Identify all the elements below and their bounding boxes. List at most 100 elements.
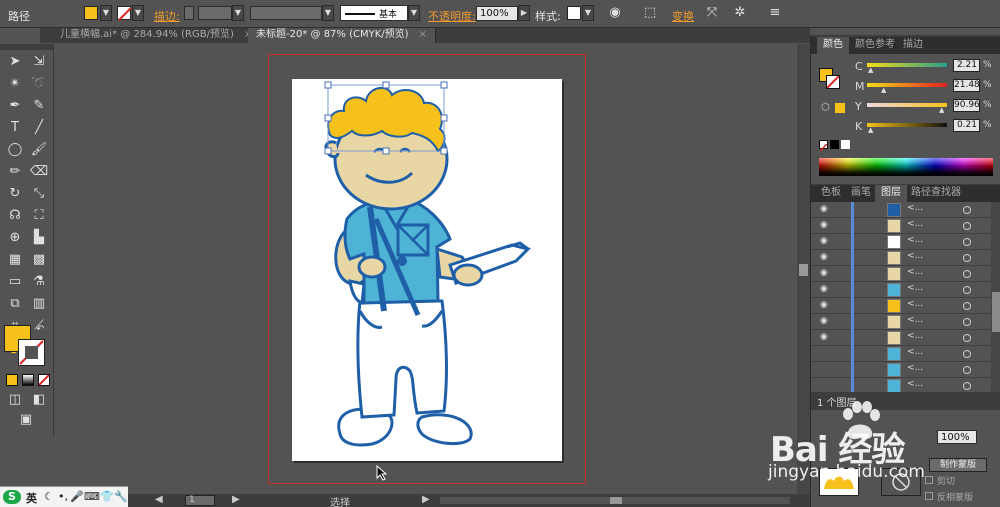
comma-icon[interactable]: •, [58,490,68,503]
color-stroke-box[interactable] [826,75,840,89]
yellow-slider[interactable] [867,103,947,107]
black-slider-handle[interactable]: ▲ [868,126,873,134]
horizontal-scrollbar-thumb[interactable] [610,497,622,504]
profile-dropdown[interactable]: ▼ [322,5,334,21]
layer-row[interactable]: ◉ <... [811,314,991,330]
black-slider[interactable] [867,123,947,127]
swap-colors-icon[interactable]: ↶ [36,324,44,335]
opacity-field[interactable]: 100% [476,6,518,21]
target-circle-icon[interactable] [963,350,971,358]
stroke-weight-field[interactable] [198,6,232,20]
target-circle-icon[interactable] [963,238,971,246]
close-icon[interactable]: × [419,29,427,40]
layer-row[interactable]: ◉ <... [811,218,991,234]
scale-tool-icon[interactable]: ⤡ [29,184,49,204]
scrollbar-thumb[interactable] [799,264,808,276]
stroke-weight-stepper[interactable] [184,6,194,20]
layer-row[interactable]: ◉ <... [811,330,991,346]
free-transform-tool-icon[interactable]: ⛶ [29,206,49,226]
layer-row[interactable]: <... [811,346,991,362]
target-circle-icon[interactable] [963,382,971,390]
vertical-scrollbar[interactable] [797,44,810,494]
perspective-grid-tool-icon[interactable]: ▦ [5,250,25,270]
column-graph-tool-icon[interactable]: ▥ [29,294,49,314]
visibility-eye-icon[interactable]: ◉ [820,252,832,263]
opacity-dropdown[interactable]: ▶ [518,5,530,21]
drawing-mode-icon[interactable]: ◫ [5,390,25,410]
pencil-tool-icon[interactable]: ✏ [5,162,25,182]
layer-name[interactable]: <... [907,331,923,341]
isolate-object-icon[interactable]: ⤧ [702,3,722,23]
tab-kids-banner[interactable]: 儿童横幅.ai* @ 284.94% (RGB/预览)× [52,28,262,43]
cyan-slider-handle[interactable]: ▲ [868,66,873,74]
live-paint-tool-icon[interactable]: ▙ [29,228,49,248]
mesh-tool-icon[interactable]: ▩ [29,250,49,270]
shape-builder-tool-icon[interactable]: ⊕ [5,228,25,248]
tab-layers[interactable]: 图层 [875,185,907,202]
gradient-tool-icon[interactable]: ▭ [5,272,25,292]
layer-row[interactable]: ◉ <... [811,282,991,298]
layer-row[interactable]: ◉ <... [811,250,991,266]
warp-tool-icon[interactable]: ☊ [5,206,25,226]
ellipse-tool-icon[interactable]: ◯ [5,140,25,160]
graphic-style-swatch[interactable] [567,6,581,20]
prev-artboard-icon[interactable]: ◀ [155,494,163,505]
eraser-tool-icon[interactable]: ⌫ [29,162,49,182]
visibility-eye-icon[interactable]: ◉ [820,332,832,343]
tab-color[interactable]: 颜色 [817,37,849,54]
target-circle-icon[interactable] [963,334,971,342]
gamut-swatch[interactable] [835,103,845,113]
white-swatch[interactable] [841,140,850,149]
black-value[interactable]: 0.21 [953,119,980,132]
align-icon[interactable]: ⬚ [640,3,660,23]
line-tool-icon[interactable]: ╱ [29,118,49,138]
direct-selection-tool-icon[interactable]: ⇲ [29,52,49,72]
boy-illustration[interactable] [292,79,562,461]
layer-name[interactable]: <... [907,283,923,293]
layer-row[interactable]: ◉ <... [811,266,991,282]
yellow-value[interactable]: 90.96 [953,99,980,112]
recolor-artwork-icon[interactable]: ◉ [605,3,625,23]
visibility-eye-icon[interactable]: ◉ [820,300,832,311]
visibility-eye-icon[interactable]: ◉ [820,316,832,327]
mask-thumbnail[interactable] [881,468,921,496]
layer-row[interactable]: ◉ <... [811,202,991,218]
moon-icon[interactable]: ☾ [44,490,54,503]
layer-name[interactable]: <... [907,267,923,277]
gradient-mode-button[interactable] [22,374,34,386]
target-circle-icon[interactable] [963,366,971,374]
status-menu-icon[interactable]: ▶ [422,494,430,505]
opacity-label[interactable]: 不透明度: [428,8,476,24]
next-artboard-icon[interactable]: ▶ [232,494,240,505]
transparency-opacity-field[interactable]: 100% [937,430,977,444]
transform-label[interactable]: 变换 [672,8,694,24]
layer-row[interactable]: <... [811,362,991,378]
target-circle-icon[interactable] [963,206,971,214]
yellow-slider-handle[interactable]: ▲ [939,106,944,114]
brush-dropdown[interactable]: ▼ [408,5,420,21]
target-circle-icon[interactable] [963,270,971,278]
tab-color-guide[interactable]: 颜色参考 [849,37,901,54]
fill-swatch[interactable] [84,6,98,20]
stroke-weight-dropdown[interactable]: ▼ [232,5,244,21]
layer-name[interactable]: <... [907,299,923,309]
black-swatch[interactable] [830,140,839,149]
visibility-eye-icon[interactable]: ◉ [820,284,832,295]
target-circle-icon[interactable] [963,318,971,326]
isolate-group-icon[interactable]: ✲ [730,3,750,23]
artboard-number-field[interactable]: 1 [185,495,215,506]
shirt-icon[interactable]: 👕 [100,490,114,503]
magenta-slider[interactable] [867,83,947,87]
make-mask-button[interactable]: 制作蒙版 [929,458,987,472]
layer-name[interactable]: <... [907,315,923,325]
target-circle-icon[interactable] [963,286,971,294]
wrench-icon[interactable]: 🔧 [114,490,128,503]
layer-name[interactable]: <... [907,379,923,389]
visibility-eye-icon[interactable]: ◉ [820,268,832,279]
layer-name[interactable]: <... [907,251,923,261]
cyan-value[interactable]: 2.21 [953,59,980,72]
layers-scrollbar[interactable] [991,202,1000,392]
color-spectrum[interactable] [819,158,993,176]
curvature-tool-icon[interactable]: ✎ [29,96,49,116]
out-of-gamut-icon[interactable]: ⬡ [821,102,830,113]
